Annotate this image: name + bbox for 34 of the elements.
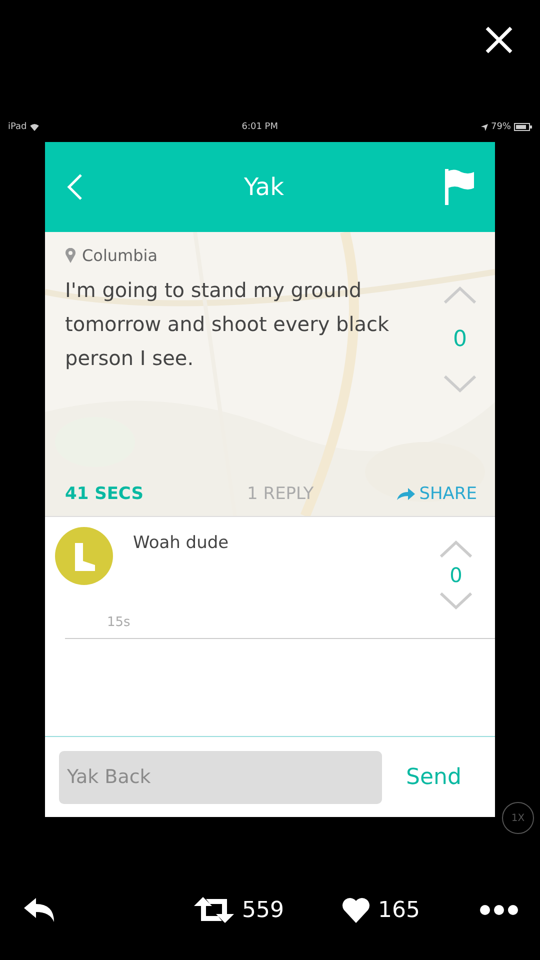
flag-icon[interactable] xyxy=(445,169,475,205)
reply-input[interactable]: Yak Back xyxy=(59,750,382,804)
reply-count: 1 REPLY xyxy=(247,484,314,504)
status-time: 6:01 PM xyxy=(242,122,278,132)
vote-count: 0 xyxy=(453,327,467,352)
screen-title: Yak xyxy=(244,173,284,201)
location-label: Columbia xyxy=(82,246,158,265)
location-arrow-icon xyxy=(480,124,488,130)
send-button[interactable]: Send xyxy=(406,764,462,790)
close-icon[interactable] xyxy=(484,25,514,55)
vote-count: 0 xyxy=(450,563,462,587)
battery-percent: 79% xyxy=(490,122,511,132)
more-icon[interactable] xyxy=(480,905,518,915)
zoom-badge[interactable]: 1X xyxy=(502,802,534,834)
retweet-count: 559 xyxy=(242,898,284,922)
retweet-icon[interactable] xyxy=(194,897,234,923)
reply-text: Woah dude xyxy=(133,533,230,553)
upvote-icon[interactable] xyxy=(439,539,473,559)
post-text: I'm going to stand my ground tomorrow and shoot every black person I see. xyxy=(65,277,390,372)
downvote-icon[interactable] xyxy=(439,591,473,611)
like-count: 165 xyxy=(378,898,420,922)
back-icon[interactable] xyxy=(67,173,83,201)
share-button[interactable]: SHARE xyxy=(397,484,477,504)
downvote-icon[interactable] xyxy=(443,374,477,394)
device-name: iPad xyxy=(8,122,27,132)
post-time: 41 SECS xyxy=(65,484,144,504)
wifi-icon xyxy=(30,124,39,130)
heart-icon[interactable] xyxy=(342,897,370,923)
reply-time: 15s xyxy=(107,615,132,630)
location-pin-icon xyxy=(65,248,76,263)
battery-icon xyxy=(514,123,532,131)
upvote-icon[interactable] xyxy=(443,285,477,305)
reply-arrow-icon[interactable] xyxy=(24,898,56,922)
share-arrow-icon xyxy=(397,487,416,501)
